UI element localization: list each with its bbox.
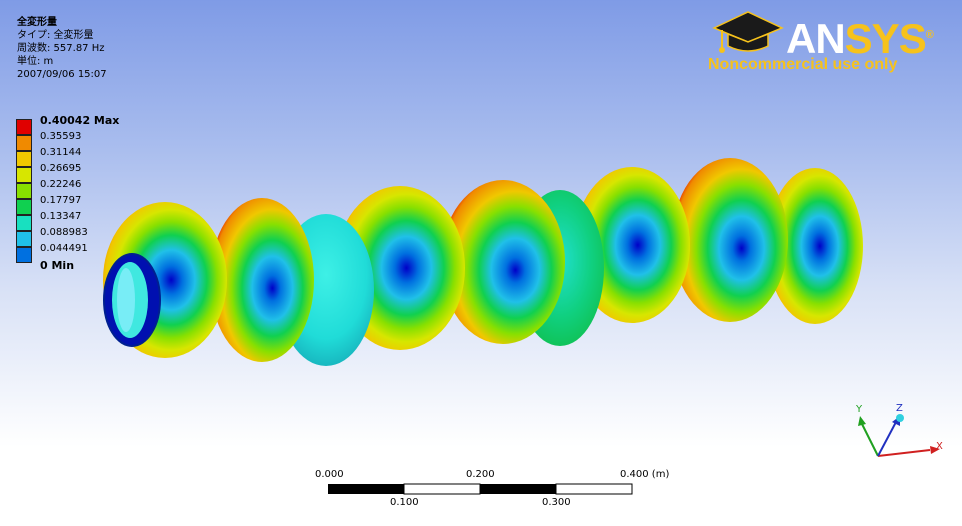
view-sphere-icon [896,414,904,422]
deformed-model-view[interactable] [0,0,962,526]
y-axis-arrow [861,423,879,457]
z-axis-arrow [877,421,897,457]
z-axis-label: Z [896,403,903,414]
x-axis-arrow [877,449,931,457]
y-axis-label: Y [855,404,863,415]
end-face-highlight [117,268,135,332]
coordinate-triad[interactable]: X Y Z [850,400,950,470]
y-axis-head [858,416,866,426]
x-axis-label: X [936,441,943,452]
